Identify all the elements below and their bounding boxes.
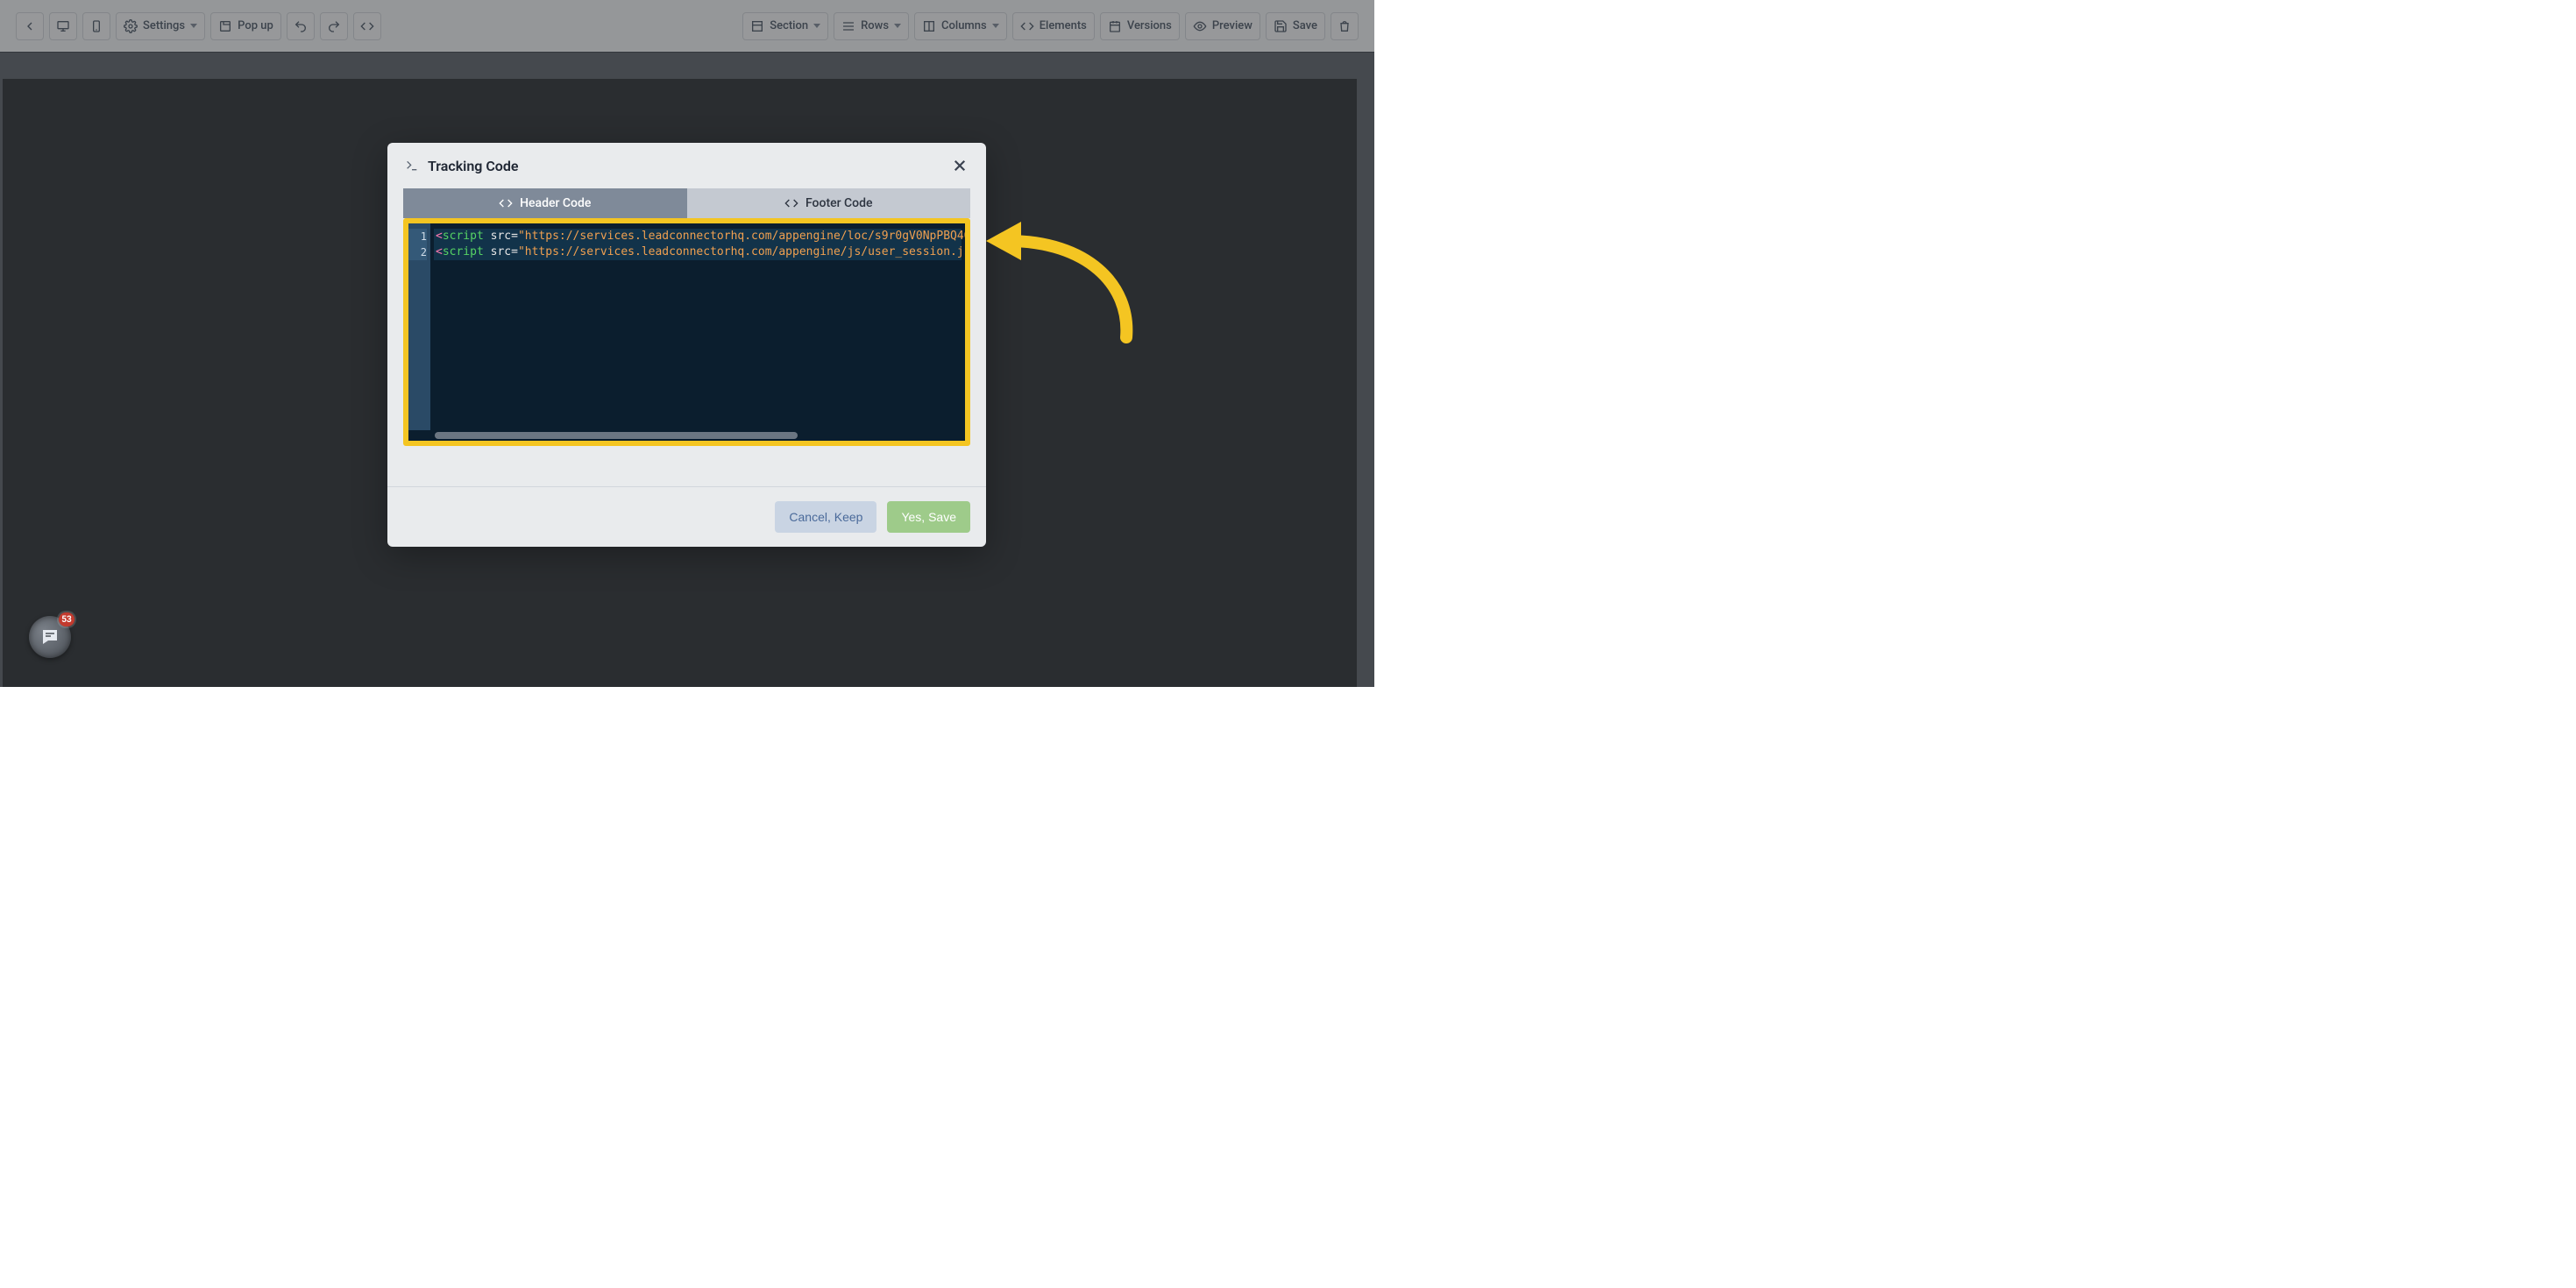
tab-header-label: Header Code bbox=[520, 196, 591, 210]
modal-body: Header Code Footer Code 1 2 <script src=… bbox=[387, 188, 986, 462]
code-tabs: Header Code Footer Code bbox=[403, 188, 970, 218]
modal-title: Tracking Code bbox=[428, 158, 518, 174]
line-number: 1 bbox=[408, 229, 427, 244]
chat-widget[interactable]: 53 bbox=[29, 616, 71, 658]
code-line: <script src="https://services.leadconnec… bbox=[434, 229, 962, 244]
chat-badge: 53 bbox=[59, 612, 75, 626]
close-icon bbox=[952, 158, 968, 173]
scroll-thumb[interactable] bbox=[435, 432, 798, 439]
modal-footer: Cancel, Keep Yes, Save bbox=[387, 486, 986, 547]
confirm-save-button[interactable]: Yes, Save bbox=[887, 501, 970, 533]
app-root: Settings Pop up Section Rows bbox=[0, 0, 1374, 687]
code-content[interactable]: <script src="https://services.leadconnec… bbox=[430, 223, 965, 430]
tab-header-code[interactable]: Header Code bbox=[403, 188, 687, 218]
modal-close-button[interactable] bbox=[951, 157, 969, 174]
tab-footer-label: Footer Code bbox=[805, 196, 873, 210]
terminal-icon bbox=[405, 159, 419, 173]
modal-header: Tracking Code bbox=[387, 143, 986, 188]
code-icon bbox=[499, 196, 513, 210]
code-editor-highlight: 1 2 <script src="https://services.leadco… bbox=[403, 218, 970, 446]
tracking-code-modal: Tracking Code Header Code Footer Code bbox=[387, 143, 986, 547]
code-editor[interactable]: 1 2 <script src="https://services.leadco… bbox=[408, 223, 965, 430]
tab-footer-code[interactable]: Footer Code bbox=[687, 188, 971, 218]
code-icon bbox=[784, 196, 798, 210]
horizontal-scrollbar[interactable] bbox=[408, 430, 965, 441]
chat-icon bbox=[39, 626, 60, 648]
code-line: <script src="https://services.leadconnec… bbox=[434, 244, 962, 260]
line-gutter: 1 2 bbox=[408, 223, 430, 430]
line-number: 2 bbox=[408, 244, 427, 260]
cancel-button[interactable]: Cancel, Keep bbox=[775, 501, 876, 533]
